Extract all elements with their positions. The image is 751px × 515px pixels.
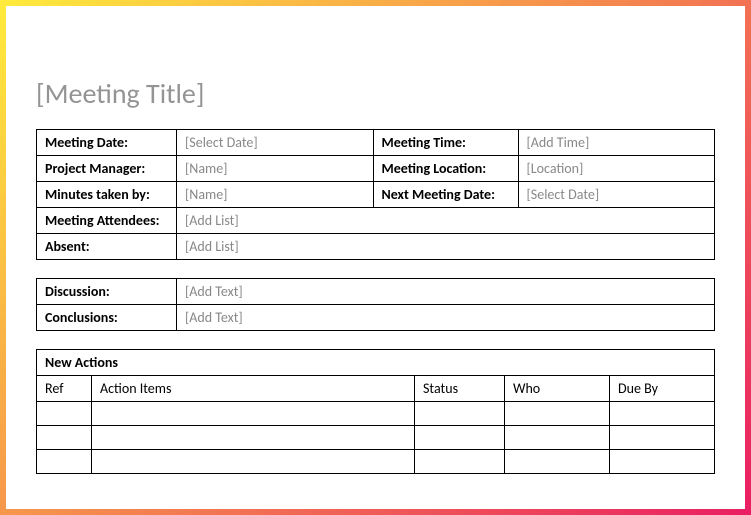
project-manager-label: Project Manager: (37, 156, 177, 182)
cell-items[interactable] (92, 402, 415, 426)
attendees-value[interactable]: [Add List] (177, 208, 715, 234)
table-row[interactable] (37, 450, 715, 474)
project-manager-value[interactable]: [Name] (177, 156, 374, 182)
discussion-label: Discussion: (37, 279, 177, 305)
notes-table: Discussion: [Add Text] Conclusions: [Add… (36, 278, 715, 331)
absent-value[interactable]: [Add List] (177, 234, 715, 260)
cell-who[interactable] (505, 450, 610, 474)
cell-who[interactable] (505, 426, 610, 450)
meeting-time-label: Meeting Time: (373, 130, 518, 156)
cell-items[interactable] (92, 426, 415, 450)
actions-heading: New Actions (37, 350, 715, 376)
cell-due[interactable] (610, 426, 715, 450)
meeting-location-label: Meeting Location: (373, 156, 518, 182)
document-page: [Meeting Title] Meeting Date: [Select Da… (6, 6, 745, 509)
cell-items[interactable] (92, 450, 415, 474)
actions-table: New Actions Ref Action Items Status Who … (36, 349, 715, 474)
meeting-title[interactable]: [Meeting Title] (36, 76, 715, 111)
col-ref: Ref (37, 376, 92, 402)
cell-ref[interactable] (37, 426, 92, 450)
discussion-value[interactable]: [Add Text] (177, 279, 715, 305)
table-row[interactable] (37, 402, 715, 426)
col-items: Action Items (92, 376, 415, 402)
cell-who[interactable] (505, 402, 610, 426)
cell-status[interactable] (415, 402, 505, 426)
cell-ref[interactable] (37, 402, 92, 426)
col-due: Due By (610, 376, 715, 402)
conclusions-value[interactable]: [Add Text] (177, 305, 715, 331)
col-status: Status (415, 376, 505, 402)
table-row[interactable] (37, 426, 715, 450)
cell-due[interactable] (610, 402, 715, 426)
minutes-taken-label: Minutes taken by: (37, 182, 177, 208)
meeting-location-value[interactable]: [Location] (518, 156, 715, 182)
cell-status[interactable] (415, 450, 505, 474)
meeting-date-value[interactable]: [Select Date] (177, 130, 374, 156)
absent-label: Absent: (37, 234, 177, 260)
attendees-label: Meeting Attendees: (37, 208, 177, 234)
cell-ref[interactable] (37, 450, 92, 474)
cell-status[interactable] (415, 426, 505, 450)
next-meeting-value[interactable]: [Select Date] (518, 182, 715, 208)
meeting-info-table: Meeting Date: [Select Date] Meeting Time… (36, 129, 715, 260)
cell-due[interactable] (610, 450, 715, 474)
col-who: Who (505, 376, 610, 402)
meeting-date-label: Meeting Date: (37, 130, 177, 156)
next-meeting-label: Next Meeting Date: (373, 182, 518, 208)
minutes-taken-value[interactable]: [Name] (177, 182, 374, 208)
conclusions-label: Conclusions: (37, 305, 177, 331)
meeting-time-value[interactable]: [Add Time] (518, 130, 715, 156)
